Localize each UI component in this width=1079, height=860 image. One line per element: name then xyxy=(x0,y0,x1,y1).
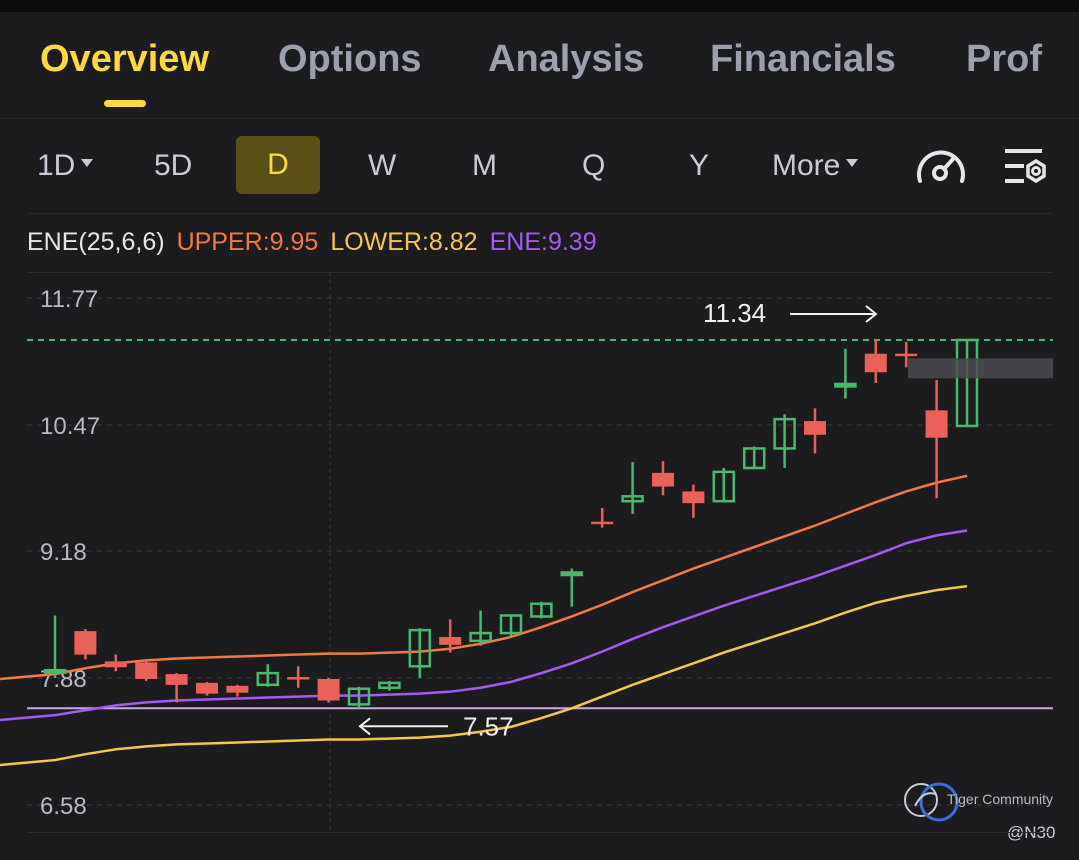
y-tick-label: 9.18 xyxy=(40,539,87,566)
candle-body xyxy=(287,677,310,680)
period-bar: 1D 5D D W M Q Y More xyxy=(0,119,1079,215)
period-y[interactable]: Y xyxy=(689,149,709,183)
indicator-name: ENE(25,6,6) xyxy=(27,228,165,256)
tiger-community-watermark: Tiger Community xyxy=(903,780,1063,822)
period-m[interactable]: M xyxy=(472,149,497,183)
gauge-icon[interactable] xyxy=(914,145,968,185)
candle-body xyxy=(104,661,127,668)
top-status-strip xyxy=(0,0,1079,12)
active-tab-indicator xyxy=(104,100,146,107)
tab-analysis[interactable]: Analysis xyxy=(488,38,644,81)
candle-body xyxy=(682,491,705,504)
candle-body xyxy=(925,410,948,438)
candle-body xyxy=(895,353,918,357)
candle-body xyxy=(165,674,188,685)
series-line-ene xyxy=(0,529,968,722)
period-1d-label: 1D xyxy=(37,149,76,182)
candle-body xyxy=(196,682,218,694)
indicator-legend: ENE(25,6,6) UPPER:9.95 LOWER:8.82 ENE:9.39 xyxy=(27,228,609,257)
user-handle: @N30 xyxy=(1007,823,1056,842)
candle-body xyxy=(560,571,584,577)
candle-body xyxy=(135,662,158,679)
candle-body xyxy=(226,685,249,693)
indicator-ene: ENE:9.39 xyxy=(489,228,597,256)
chevron-down-icon xyxy=(846,159,859,168)
candle-body xyxy=(864,353,887,373)
watermark-text: Tiger Community xyxy=(947,791,1054,807)
tab-options[interactable]: Options xyxy=(278,38,422,81)
candlestick-chart[interactable]: 11.7710.479.187.886.5811.347.57 xyxy=(0,273,1079,833)
y-tick-label: 11.77 xyxy=(40,286,98,313)
tab-overview[interactable]: Overview xyxy=(40,38,209,81)
y-tick-label: 10.47 xyxy=(40,413,100,440)
low-price-label: 7.57 xyxy=(463,711,514,741)
candle-body xyxy=(804,421,826,435)
candle-body xyxy=(317,678,340,701)
y-tick-label: 6.58 xyxy=(40,793,87,820)
series-line-upper xyxy=(0,474,968,681)
period-5d[interactable]: 5D xyxy=(154,149,192,183)
period-more-label: More xyxy=(772,149,841,182)
period-more-dropdown[interactable]: More xyxy=(772,149,859,183)
tab-bar: Overview Options Analysis Financials Pro… xyxy=(0,12,1079,119)
candle-body xyxy=(439,636,462,645)
tab-financials[interactable]: Financials xyxy=(710,38,896,81)
indicator-lower: LOWER:8.82 xyxy=(330,228,478,256)
indicator-upper: UPPER:9.95 xyxy=(176,228,319,256)
current-price-marker xyxy=(908,358,1053,379)
chevron-down-icon xyxy=(81,159,94,168)
period-d[interactable]: D xyxy=(236,136,320,194)
divider xyxy=(27,213,1053,214)
period-1d-dropdown[interactable]: 1D xyxy=(37,149,94,183)
candle-body xyxy=(591,521,614,525)
period-q[interactable]: Q xyxy=(582,149,605,183)
period-w[interactable]: W xyxy=(368,149,396,183)
high-price-label: 11.34 xyxy=(703,298,766,328)
candle-body xyxy=(652,472,674,487)
candle-body xyxy=(834,382,857,388)
divider xyxy=(27,832,1053,833)
candle-body xyxy=(74,631,97,655)
tab-profile[interactable]: Prof xyxy=(966,38,1042,81)
candle-body xyxy=(43,668,67,674)
indicator-settings-icon[interactable] xyxy=(1002,147,1050,187)
